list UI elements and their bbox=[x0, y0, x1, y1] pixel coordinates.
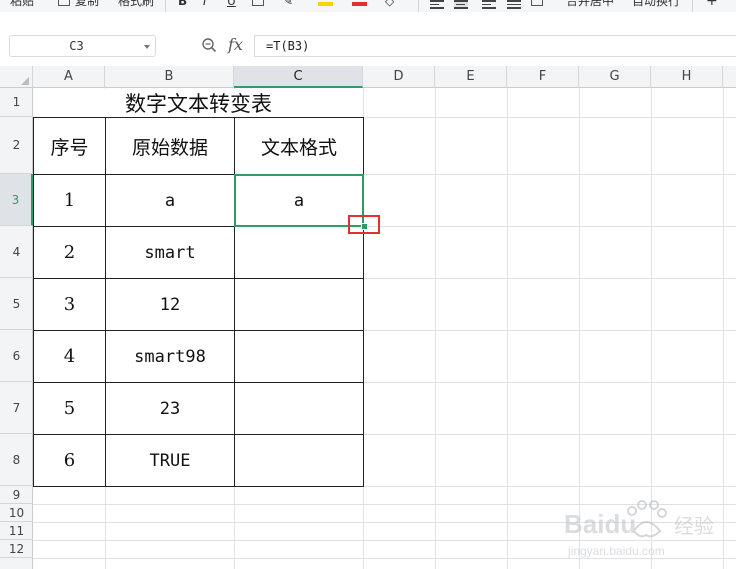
gridline bbox=[33, 504, 736, 505]
row-header-10[interactable]: 10 bbox=[0, 504, 33, 522]
cell-a8[interactable]: 6 bbox=[34, 435, 105, 486]
chevron-down-icon[interactable] bbox=[144, 45, 150, 49]
gridline bbox=[435, 88, 436, 569]
cell-a4[interactable]: 2 bbox=[34, 227, 105, 278]
wrap-text-button[interactable]: 自动换行 bbox=[632, 0, 680, 9]
column-header-h[interactable]: H bbox=[651, 66, 723, 88]
more-icon[interactable]: + bbox=[706, 0, 718, 9]
row-header-8[interactable]: 8 bbox=[0, 434, 33, 486]
fill-color-icon[interactable]: ✎ bbox=[283, 0, 293, 9]
gridline bbox=[33, 558, 736, 559]
row-header-1[interactable]: 1 bbox=[0, 88, 33, 117]
cell-c5[interactable] bbox=[235, 279, 363, 330]
cell-b8[interactable]: TRUE bbox=[106, 435, 234, 486]
row-header-4[interactable]: 4 bbox=[0, 226, 33, 278]
ribbon-divider bbox=[692, 0, 693, 12]
gridline bbox=[579, 88, 580, 569]
align-bottom-icon[interactable] bbox=[482, 0, 496, 9]
border-icon[interactable] bbox=[252, 0, 264, 6]
gridline bbox=[723, 88, 724, 569]
cell-a5[interactable]: 3 bbox=[34, 279, 105, 330]
column-header-d[interactable]: D bbox=[363, 66, 435, 88]
column-header-f[interactable]: F bbox=[507, 66, 579, 88]
column-header-a[interactable]: A bbox=[33, 66, 105, 88]
row-header-2[interactable]: 2 bbox=[0, 117, 33, 174]
header-text[interactable]: 文本格式 bbox=[235, 118, 363, 174]
formula-input[interactable]: =T(B3) bbox=[254, 35, 736, 57]
cell-b3[interactable]: a bbox=[106, 175, 234, 226]
row-header-9[interactable]: 9 bbox=[0, 486, 33, 504]
copy-icon[interactable] bbox=[58, 0, 70, 6]
row-header-5[interactable]: 5 bbox=[0, 278, 33, 330]
cell-c8[interactable] bbox=[235, 435, 363, 486]
align-justify-icon[interactable] bbox=[507, 0, 521, 9]
name-box[interactable]: C3 bbox=[9, 35, 156, 57]
font-color-icon[interactable] bbox=[352, 2, 367, 6]
merge-center-button[interactable]: 合并居中 bbox=[566, 0, 614, 9]
row-header-12[interactable]: 12 bbox=[0, 540, 33, 558]
align-middle-icon[interactable] bbox=[454, 0, 468, 9]
cell-c6[interactable] bbox=[235, 331, 363, 382]
select-all-corner[interactable] bbox=[0, 66, 33, 88]
fill-handle[interactable] bbox=[361, 223, 368, 230]
fx-icon[interactable]: fx bbox=[228, 36, 243, 54]
sheet-title: 数字文本转变表 bbox=[125, 92, 272, 116]
cell-a3[interactable]: 1 bbox=[34, 175, 105, 226]
gridline bbox=[33, 540, 736, 541]
formula-bar: C3 fx =T(B3) bbox=[0, 12, 736, 66]
active-cell-outline bbox=[234, 174, 364, 227]
ribbon-divider bbox=[165, 0, 166, 12]
header-index[interactable]: 序号 bbox=[34, 118, 105, 174]
gridline bbox=[33, 522, 736, 523]
clear-format-icon[interactable]: ◇ bbox=[385, 0, 394, 9]
italic-icon[interactable]: I bbox=[203, 0, 207, 9]
header-original[interactable]: 原始数据 bbox=[106, 118, 234, 174]
select-all-icon bbox=[21, 77, 29, 85]
bold-icon[interactable]: B bbox=[178, 0, 187, 9]
font-color-swatch bbox=[352, 2, 367, 6]
column-header-g[interactable]: G bbox=[579, 66, 651, 88]
gridline bbox=[651, 88, 652, 569]
cell-c4[interactable] bbox=[235, 227, 363, 278]
zoom-icon[interactable] bbox=[201, 37, 217, 53]
cell-b7[interactable]: 23 bbox=[106, 383, 234, 434]
column-header-e[interactable]: E bbox=[435, 66, 507, 88]
column-header-c[interactable]: C bbox=[234, 66, 363, 88]
indent-icon[interactable] bbox=[531, 0, 543, 6]
row-header-column: 1 2 3 4 5 6 7 8 9 10 11 12 bbox=[0, 88, 33, 569]
paste-button[interactable]: 粘贴 bbox=[10, 0, 34, 9]
cell-b5[interactable]: 12 bbox=[106, 279, 234, 330]
row-header-6[interactable]: 6 bbox=[0, 330, 33, 382]
cell-b4[interactable]: smart bbox=[106, 227, 234, 278]
cell-a7[interactable]: 5 bbox=[34, 383, 105, 434]
table-border bbox=[33, 486, 364, 487]
row-header-7[interactable]: 7 bbox=[0, 382, 33, 434]
table-border bbox=[363, 117, 364, 487]
highlight-color-bar[interactable] bbox=[318, 2, 333, 6]
column-header-b[interactable]: B bbox=[105, 66, 234, 88]
format-painter-button[interactable]: 格式刷 bbox=[118, 0, 154, 9]
gridline bbox=[507, 88, 508, 569]
row-header-11[interactable]: 11 bbox=[0, 522, 33, 540]
ribbon-divider bbox=[418, 0, 419, 12]
cell-b6[interactable]: smart98 bbox=[106, 331, 234, 382]
name-box-value: C3 bbox=[69, 39, 84, 53]
underline-icon[interactable]: U bbox=[227, 0, 236, 9]
spreadsheet-grid[interactable]: A B C D E F G H 1 2 3 4 5 6 7 8 9 10 11 … bbox=[0, 66, 736, 569]
align-top-icon[interactable] bbox=[430, 0, 444, 9]
row-header-3[interactable]: 3 bbox=[0, 174, 33, 226]
highlight-color-swatch bbox=[318, 2, 333, 6]
cell-a6[interactable]: 4 bbox=[34, 331, 105, 382]
copy-button[interactable]: 复制 bbox=[75, 0, 99, 9]
cell-c7[interactable] bbox=[235, 383, 363, 434]
column-header-row: A B C D E F G H bbox=[0, 66, 736, 88]
